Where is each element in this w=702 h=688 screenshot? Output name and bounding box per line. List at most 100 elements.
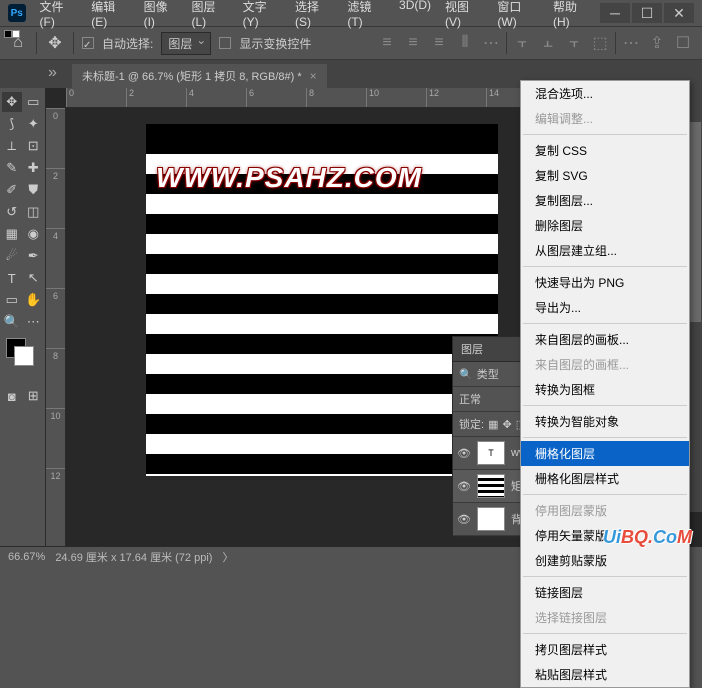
ctx-paste-style[interactable]: 粘贴图层样式: [521, 662, 689, 687]
visibility-icon[interactable]: 👁: [457, 447, 471, 460]
ctx-del-layer[interactable]: 删除图层: [521, 213, 689, 238]
search-icon[interactable]: 🔍: [459, 368, 473, 381]
ctx-export-as[interactable]: 导出为...: [521, 295, 689, 320]
layer-thumbnail[interactable]: [477, 507, 505, 531]
menu-image[interactable]: 图像(I): [138, 0, 184, 32]
ctx-create-clip[interactable]: 创建剪贴蒙版: [521, 548, 689, 573]
auto-select-dropdown[interactable]: 图层: [161, 32, 211, 55]
scroll-thumb[interactable]: [689, 122, 701, 322]
ctx-group-from[interactable]: 从图层建立组...: [521, 238, 689, 263]
vertical-ruler[interactable]: 024681012: [46, 108, 66, 546]
ctx-copy-svg[interactable]: 复制 SVG: [521, 163, 689, 188]
visibility-icon[interactable]: 👁: [457, 513, 471, 526]
pen-tool[interactable]: ✒: [24, 246, 44, 266]
ctx-rasterize-style[interactable]: 栅格化图层样式: [521, 466, 689, 491]
path-tool[interactable]: ↖: [24, 268, 44, 288]
menu-file[interactable]: 文件(F): [34, 0, 84, 32]
shape-tool[interactable]: ▭: [2, 290, 22, 310]
menu-view[interactable]: 视图(V): [439, 0, 489, 32]
blend-mode-dropdown[interactable]: 正常: [459, 391, 481, 407]
menu-separator: [523, 405, 687, 406]
3d-icon[interactable]: ⬚: [589, 32, 611, 54]
close-button[interactable]: ✕: [664, 3, 694, 23]
ctx-smart-obj[interactable]: 转换为智能对象: [521, 409, 689, 434]
ctx-copy-style[interactable]: 拷贝图层样式: [521, 637, 689, 662]
ctx-quick-export[interactable]: 快速导出为 PNG: [521, 270, 689, 295]
menu-edit[interactable]: 编辑(E): [85, 0, 135, 32]
layer-thumbnail[interactable]: [477, 474, 505, 498]
minimize-button[interactable]: ─: [600, 3, 630, 23]
align-icon[interactable]: ≡: [402, 32, 424, 54]
ctx-convert-frame[interactable]: 转换为图框: [521, 377, 689, 402]
ctx-artboard-from[interactable]: 来自图层的画板...: [521, 327, 689, 352]
menu-help[interactable]: 帮助(H): [547, 0, 598, 32]
share-icon[interactable]: ⇪: [646, 32, 668, 54]
zoom-level[interactable]: 66.67%: [8, 551, 45, 563]
hand-tool[interactable]: ✋: [24, 290, 44, 310]
history-brush-tool[interactable]: ↺: [2, 202, 22, 222]
gradient-tool[interactable]: ▦: [2, 224, 22, 244]
menu-separator: [523, 134, 687, 135]
quickmask-tool[interactable]: ◙: [2, 386, 22, 406]
marquee-tool[interactable]: ▭: [24, 92, 44, 112]
menu-3d[interactable]: 3D(D): [393, 0, 437, 32]
align-icon[interactable]: ≡: [428, 32, 450, 54]
move-tool[interactable]: ✥: [2, 92, 22, 112]
vertical-scrollbar[interactable]: [688, 82, 702, 512]
menu-type[interactable]: 文字(Y): [237, 0, 287, 32]
default-swatch-icon[interactable]: [4, 30, 20, 38]
tab-close-icon[interactable]: ×: [310, 69, 317, 83]
document-tab[interactable]: 未标题-1 @ 66.7% (矩形 1 拷贝 8, RGB/8#) * ×: [72, 64, 327, 88]
divider: [36, 32, 37, 54]
lasso-tool[interactable]: ⟆: [2, 114, 22, 134]
layer-thumbnail[interactable]: T: [477, 441, 505, 465]
eyedropper-tool[interactable]: ✎: [2, 158, 22, 178]
frame-tool[interactable]: ⊡: [24, 136, 44, 156]
eraser-tool[interactable]: ◫: [24, 202, 44, 222]
distribute-icon[interactable]: ⋯: [480, 32, 502, 54]
edit-toolbar[interactable]: ⋯: [24, 312, 44, 332]
search-icon[interactable]: ☐: [672, 32, 694, 54]
menu-layer[interactable]: 图层(L): [185, 0, 234, 32]
menu-select[interactable]: 选择(S): [289, 0, 339, 32]
ctx-link-layers[interactable]: 链接图层: [521, 580, 689, 605]
align-top-icon[interactable]: ⫟: [511, 32, 533, 54]
ctx-blend-options[interactable]: 混合选项...: [521, 81, 689, 106]
crop-tool[interactable]: ⟂: [2, 136, 22, 156]
align-icon[interactable]: ≡: [376, 32, 398, 54]
dodge-tool[interactable]: ☄: [2, 246, 22, 266]
show-transform-checkbox[interactable]: [219, 37, 231, 49]
align-bot-icon[interactable]: ⫟: [563, 32, 585, 54]
align-mid-icon[interactable]: ⫠: [537, 32, 559, 54]
visibility-icon[interactable]: 👁: [457, 480, 471, 493]
type-tool[interactable]: T: [2, 268, 22, 288]
menu-filter[interactable]: 滤镜(T): [341, 0, 391, 32]
auto-select-checkbox[interactable]: [82, 37, 94, 49]
maximize-button[interactable]: ☐: [632, 3, 662, 23]
ctx-rasterize[interactable]: 栅格化图层: [521, 441, 689, 466]
document-canvas[interactable]: WWW.PSAHZ.COM: [146, 124, 498, 476]
stamp-tool[interactable]: ⛊: [24, 180, 44, 200]
chevron-right-icon[interactable]: 〉: [222, 549, 233, 565]
align-icon[interactable]: ⫴: [454, 32, 476, 54]
color-swatches: [2, 338, 43, 370]
panel-collapse-icon[interactable]: »: [48, 64, 66, 82]
blur-tool[interactable]: ◉: [24, 224, 44, 244]
move-tool-icon[interactable]: ✥: [45, 33, 65, 53]
heal-tool[interactable]: ✚: [24, 158, 44, 178]
zoom-tool[interactable]: 🔍: [2, 312, 22, 332]
ctx-dup-layer[interactable]: 复制图层...: [521, 188, 689, 213]
more-icon[interactable]: ⋯: [620, 32, 642, 54]
screenmode-tool[interactable]: ⊞: [24, 386, 44, 406]
show-transform-label: 显示变换控件: [239, 35, 311, 52]
menu-window[interactable]: 窗口(W): [491, 0, 545, 32]
brush-tool[interactable]: ✐: [2, 180, 22, 200]
background-swatch[interactable]: [14, 346, 34, 366]
lock-label: 锁定:: [459, 416, 484, 432]
window-controls: ─ ☐ ✕: [598, 3, 694, 23]
doc-info[interactable]: 24.69 厘米 x 17.64 厘米 (72 ppi): [55, 549, 212, 565]
lock-position-icon[interactable]: ✥: [502, 418, 511, 431]
wand-tool[interactable]: ✦: [24, 114, 44, 134]
ctx-copy-css[interactable]: 复制 CSS: [521, 138, 689, 163]
lock-pixels-icon[interactable]: ▦: [488, 418, 498, 431]
